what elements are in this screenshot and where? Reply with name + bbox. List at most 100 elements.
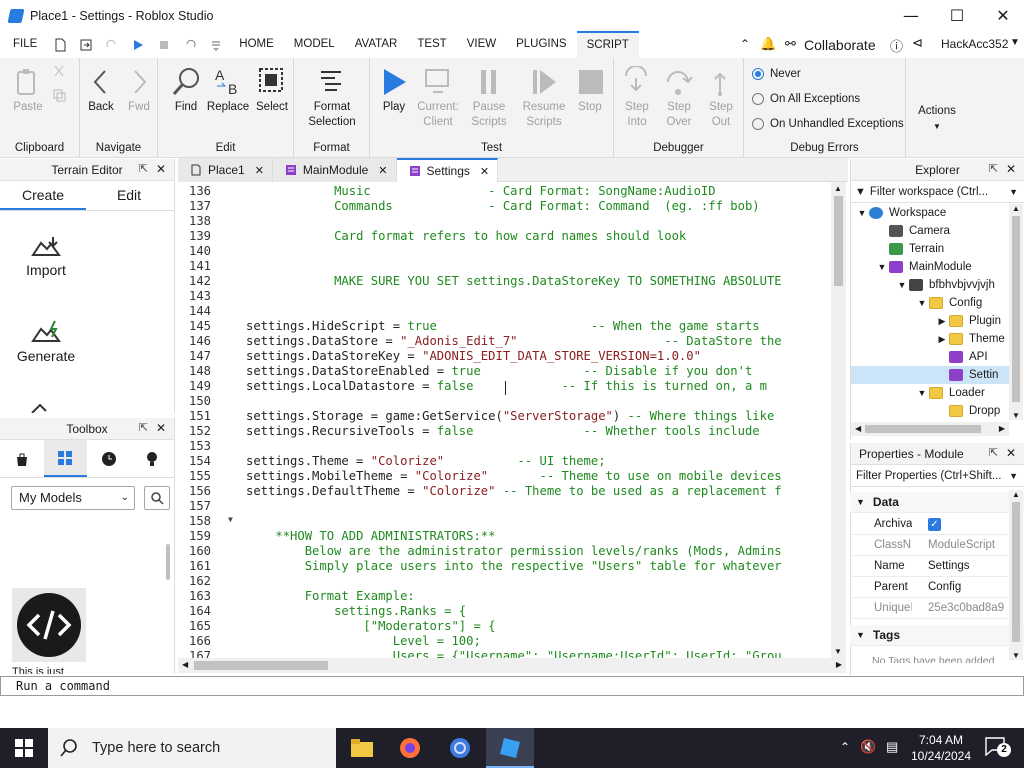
select-button[interactable]: Select	[252, 64, 292, 115]
close-icon[interactable]: ✕	[1006, 162, 1016, 176]
models-dropdown[interactable]: My Models ⌄	[11, 486, 135, 510]
tab-avatar[interactable]: AVATAR	[345, 31, 408, 58]
property-value[interactable]: Config	[912, 581, 1024, 593]
play-button[interactable]: Play	[374, 64, 414, 115]
tab-create[interactable]: Create	[0, 181, 86, 210]
property-row-archivable[interactable]: Archiva... ✓	[850, 514, 1024, 535]
code-line[interactable]: settings.DataStoreEnabled = true -- Disa…	[246, 364, 752, 378]
share-icon[interactable]: ⊲	[912, 35, 923, 51]
file-explorer-taskbar-button[interactable]	[342, 728, 382, 768]
taskbar-clock[interactable]: 7:04 AM 10/24/2024	[906, 732, 976, 764]
help-icon[interactable]: ⓘ	[890, 36, 903, 55]
code-line[interactable]: Commands - Card Format: Command (eg. :ff…	[246, 199, 760, 213]
property-row-name[interactable]: Name Settings	[850, 556, 1024, 577]
pin-icon[interactable]: ⇱	[989, 446, 998, 459]
expand-toggle-icon[interactable]: ▼	[895, 280, 909, 290]
toolbox-scrollbar[interactable]	[166, 544, 170, 580]
code-line[interactable]: settings.MobileTheme = "Colorize" -- The…	[246, 469, 782, 483]
code-line[interactable]: Simply place users into the respective "…	[246, 559, 782, 573]
radio-never[interactable]: Never	[752, 68, 801, 80]
chrome-taskbar-button[interactable]	[440, 728, 480, 768]
explorer-item-camera[interactable]: Camera	[851, 222, 1009, 240]
tab-marketplace[interactable]	[0, 440, 44, 477]
new-file-icon[interactable]	[53, 38, 67, 52]
archivable-checkbox[interactable]: ✓	[928, 517, 941, 531]
copy-icon[interactable]	[52, 88, 66, 102]
tab-view[interactable]: VIEW	[457, 31, 506, 58]
code-line[interactable]: MAKE SURE YOU SET settings.DataStoreKey …	[246, 274, 782, 288]
code-line[interactable]: settings.DataStore = "_Adonis_Edit_7" --…	[246, 334, 782, 348]
stop-button[interactable]: Stop	[572, 64, 608, 115]
properties-scrollbar[interactable]: ▲ ▼	[1009, 490, 1023, 660]
expand-toggle-icon[interactable]: ▼	[855, 208, 869, 218]
code-line[interactable]: Users = {"Username"; "Username:UserId"; …	[246, 649, 782, 658]
actions-button[interactable]: Actions ▼	[910, 104, 964, 134]
property-value[interactable]: ✓	[912, 517, 1024, 531]
property-row-uniqueid[interactable]: UniqueId25e3c0bad8a9	[850, 598, 1024, 619]
code-line[interactable]: settings.DefaultTheme = "Colorize" -- Th…	[246, 484, 782, 498]
pin-icon[interactable]: ⇱	[139, 421, 148, 434]
code-line[interactable]: settings.Theme = "Colorize" -- UI theme;	[246, 454, 606, 468]
tab-settings[interactable]: Settings ✕	[396, 158, 499, 182]
explorer-hscrollbar[interactable]: ◀ ▶	[851, 422, 1009, 436]
step-over-button[interactable]: Step Over	[660, 64, 698, 130]
editor-vertical-scrollbar[interactable]: ▲ ▼	[831, 182, 846, 658]
current-client-button[interactable]: Current: Client	[414, 64, 462, 130]
explorer-item-mainmodule[interactable]: ▼ MainModule	[851, 258, 1009, 276]
username[interactable]: HackAcc352	[941, 37, 1008, 51]
tab-recent[interactable]	[87, 440, 131, 477]
tab-plugins[interactable]: PLUGINS	[506, 31, 577, 58]
close-icon[interactable]: ✕	[156, 421, 166, 435]
explorer-item-config[interactable]: ▼ Config	[851, 294, 1009, 312]
stop-quick-icon[interactable]	[157, 38, 171, 52]
roblox-studio-taskbar-button[interactable]	[486, 728, 534, 768]
minimize-button[interactable]: —	[888, 0, 934, 31]
explorer-item-workspace[interactable]: ▼ Workspace	[851, 204, 1009, 222]
property-row-parent[interactable]: Parent Config	[850, 577, 1024, 598]
property-row-classname[interactable]: ClassN...ModuleScript	[850, 535, 1024, 556]
property-value[interactable]: 25e3c0bad8a9	[912, 602, 1024, 614]
tags-section-header[interactable]: ▼ Tags	[850, 625, 1024, 646]
tab-home[interactable]: HOME	[229, 31, 284, 58]
explorer-item-plugin[interactable]: ▶ Plugin	[851, 312, 1009, 330]
find-button[interactable]: Find	[166, 64, 206, 115]
explorer-item-bfbhvbjvvjvjh[interactable]: ▼ bfbhvbjvvjvjh	[851, 276, 1009, 294]
explorer-filter[interactable]: ▼ Filter workspace (Ctrl... ▼	[851, 181, 1024, 203]
customize-icon[interactable]	[209, 38, 223, 52]
tab-mainmodule[interactable]: MainModule ✕	[272, 158, 397, 182]
fold-collapse-icon[interactable]: ▼	[228, 515, 233, 524]
paste-button[interactable]: Paste	[6, 64, 50, 115]
code-line[interactable]: settings.DataStoreKey = "ADONIS_EDIT_DAT…	[246, 349, 701, 363]
code-line[interactable]: settings.Storage = game:GetService("Serv…	[246, 409, 774, 423]
explorer-item-theme[interactable]: ▶ Theme	[851, 330, 1009, 348]
expand-toggle-icon[interactable]: ▼	[875, 262, 889, 272]
notification-center-button[interactable]: 2	[984, 736, 1011, 760]
close-window-button[interactable]: ✕	[980, 0, 1024, 31]
explorer-item-settings[interactable]: Settin	[851, 366, 1009, 384]
collaborate-button[interactable]: Collaborate	[804, 37, 876, 53]
close-icon[interactable]: ✕	[1006, 446, 1016, 460]
command-bar[interactable]: Run a command	[0, 676, 1024, 696]
close-icon[interactable]: ✕	[156, 162, 166, 176]
tab-script[interactable]: SCRIPT	[576, 31, 639, 58]
explorer-scrollbar[interactable]: ▲ ▼	[1009, 204, 1023, 420]
play-quick-icon[interactable]	[131, 38, 145, 52]
start-button[interactable]	[0, 728, 48, 768]
radio-on-all-exceptions[interactable]: On All Exceptions	[752, 93, 860, 105]
expand-toggle-icon[interactable]: ▼	[915, 388, 929, 398]
explorer-item-terrain[interactable]: Terrain	[851, 240, 1009, 258]
code-line[interactable]: settings.LocalDatastore = false -- If th…	[246, 379, 767, 393]
step-out-button[interactable]: Step Out	[702, 64, 740, 130]
properties-filter[interactable]: Filter Properties (Ctrl+Shift... ▼	[851, 465, 1024, 487]
tab-edit[interactable]: Edit	[86, 181, 172, 210]
explorer-item-api[interactable]: API	[851, 348, 1009, 366]
property-value[interactable]: ModuleScript	[912, 539, 1024, 551]
expand-toggle-icon[interactable]: ▶	[935, 334, 949, 345]
format-selection-button[interactable]: Format Selection	[298, 64, 366, 130]
tray-chevron-icon[interactable]: ⌃	[840, 740, 850, 754]
code-line[interactable]: settings.Ranks = {	[246, 604, 466, 618]
expand-toggle-icon[interactable]: ▶	[935, 316, 949, 327]
cut-icon[interactable]	[52, 64, 66, 78]
pin-icon[interactable]: ⇱	[139, 162, 148, 175]
maximize-button[interactable]: ☐	[934, 0, 980, 31]
